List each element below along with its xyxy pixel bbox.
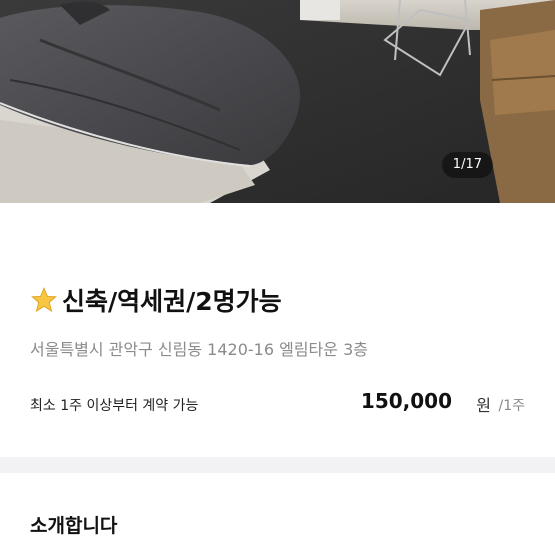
intro-section-title: 소개합니다 [30,515,118,537]
listing-address: 서울특별시 관악구 신림동 1420-16 엘림타운 3층 [30,340,368,359]
listing-title: 신축/역세권/2명가능 [30,282,282,318]
listing-info-card: 신축/역세권/2명가능 서울특별시 관악구 신림동 1420-16 엘림타운 3… [0,203,555,457]
listing-title-text: 신축/역세권/2명가능 [62,287,282,316]
price-period: /1주 [498,398,525,414]
listing-price: 150,000 [360,389,452,413]
contract-note: 최소 1주 이상부터 계약 가능 [30,398,199,414]
photo-counter: 1/17 [441,152,493,178]
price-unit: 원 [476,396,491,415]
intro-section: 소개합니다 [0,473,555,555]
listing-photo[interactable]: 1/17 [0,0,555,203]
star-icon [31,287,57,313]
